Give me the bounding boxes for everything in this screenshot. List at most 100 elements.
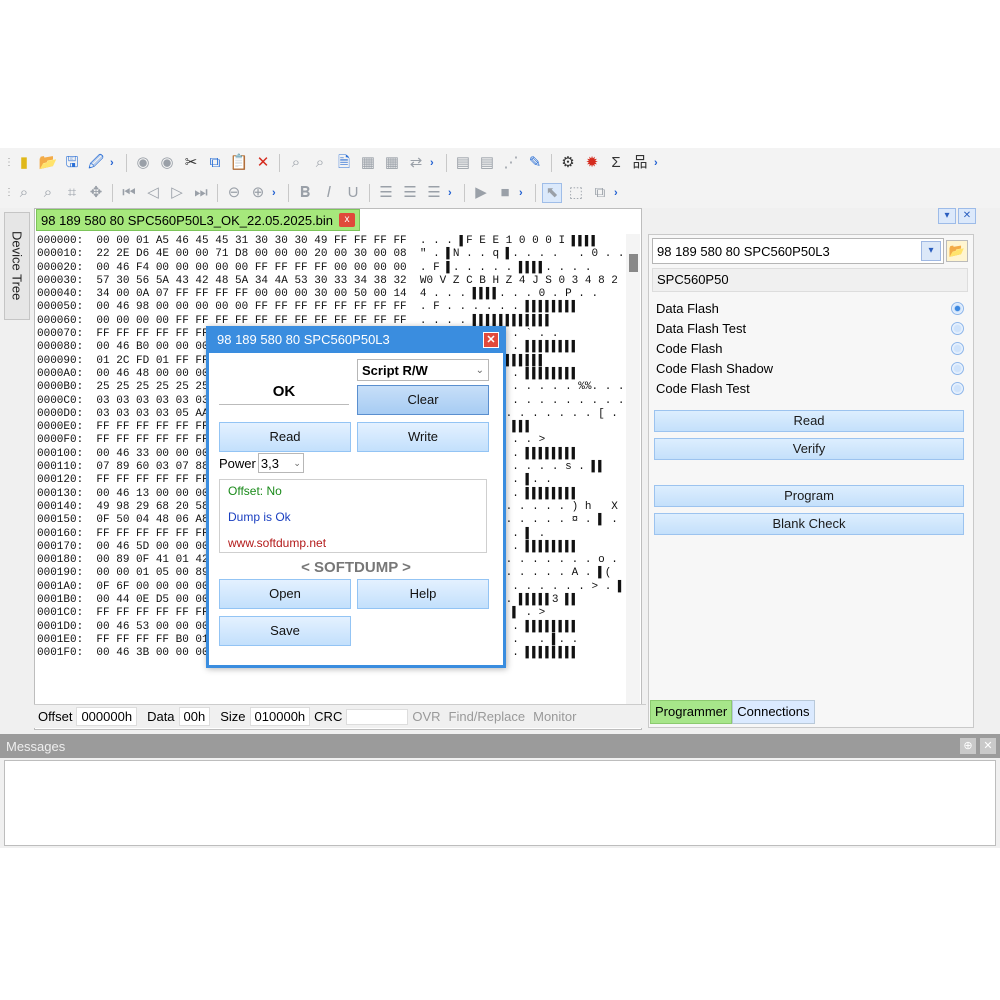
mode-data-flash-test[interactable]: Data Flash Test [652, 318, 968, 338]
hex-row[interactable]: 000010: 22 2E D6 4E 00 00 71 D8 00 00 00… [37, 248, 627, 261]
chevron-down-icon[interactable]: ▾ [938, 208, 956, 224]
write-button[interactable]: Write [357, 422, 489, 452]
find-icon[interactable]: ⌕ [286, 153, 306, 173]
editor-scrollbar[interactable] [626, 234, 640, 704]
fill2-icon[interactable]: ▦ [382, 153, 402, 173]
close-icon[interactable]: ✕ [980, 738, 996, 754]
save-as-icon[interactable]: 🖉 [86, 153, 106, 173]
hex-row[interactable]: 000050: 00 46 98 00 00 00 00 00 FF FF FF… [37, 301, 627, 314]
window-icon[interactable]: ⧉ [590, 183, 610, 203]
toolbar-more-icon[interactable]: › [654, 157, 664, 169]
next-icon[interactable]: ▷ [167, 183, 187, 203]
script-select[interactable]: Script R/W ⌄ [357, 359, 489, 381]
bug-icon[interactable]: ✹ [582, 153, 602, 173]
document-icon[interactable]: 🗎 [334, 153, 354, 173]
hex-row[interactable]: 000030: 57 30 56 5A 43 42 48 5A 34 4A 53… [37, 275, 627, 288]
radio[interactable] [951, 341, 964, 355]
zoom-out-icon[interactable]: ⌕ [38, 183, 58, 203]
dialog-title[interactable]: 98 189 580 80 SPC560P50L3 [209, 329, 503, 353]
file-tab[interactable]: 98 189 580 80 SPC560P50L3_OK_22.05.2025.… [36, 209, 361, 231]
first-icon[interactable]: ⏮ [119, 183, 139, 203]
radio-selected[interactable] [951, 301, 964, 315]
mode-data-flash[interactable]: Data Flash [652, 298, 968, 318]
toolbar-more-icon[interactable]: › [614, 187, 624, 199]
save-icon[interactable]: 🖫 [62, 153, 82, 173]
align-left-icon[interactable]: ☰ [376, 183, 396, 203]
chip-icon[interactable]: ▮ [14, 153, 34, 173]
underline-icon[interactable]: U [343, 183, 363, 203]
toolbar-more-icon[interactable]: › [272, 187, 282, 199]
offset-value[interactable]: 000000h [76, 707, 138, 726]
pointer-icon[interactable]: ⬉ [542, 183, 562, 203]
toolbar-more-icon[interactable]: › [519, 187, 529, 199]
pin-icon[interactable]: ⊕ [960, 738, 976, 754]
verify-button[interactable]: Verify [654, 438, 964, 460]
save-button[interactable]: Save [219, 616, 351, 646]
close-icon[interactable]: ✕ [958, 208, 976, 224]
mode-code-flash-shadow[interactable]: Code Flash Shadow [652, 358, 968, 378]
page-icon[interactable]: ▤ [453, 153, 473, 173]
fit-icon[interactable]: ⌗ [62, 183, 82, 203]
radio[interactable] [951, 361, 964, 375]
toolbar-grip[interactable]: ⋮ [4, 185, 14, 201]
hex-row[interactable]: 000020: 00 46 F4 00 00 00 00 00 FF FF FF… [37, 262, 627, 275]
tree-icon[interactable]: 品 [630, 153, 650, 173]
hex-row[interactable]: 000000: 00 00 01 A5 46 45 45 31 30 30 30… [37, 235, 627, 248]
back-icon[interactable]: ⊖ [224, 183, 244, 203]
chevron-down-icon[interactable]: ▾ [921, 241, 941, 261]
italic-icon[interactable]: 𝐼 [319, 183, 339, 203]
delete-icon[interactable]: ✕ [253, 153, 273, 173]
hex-row[interactable]: 000040: 34 00 0A 07 FF FF FF FF 00 00 00… [37, 288, 627, 301]
toolbar-grip[interactable]: ⋮ [4, 155, 14, 171]
crc-value[interactable] [346, 708, 409, 725]
last-icon[interactable]: ⏭ [191, 183, 211, 203]
play-icon[interactable]: ▶ [471, 183, 491, 203]
fill-icon[interactable]: ▦ [358, 153, 378, 173]
toolbar-more-icon[interactable]: › [430, 157, 440, 169]
stop-icon[interactable]: ■ [495, 183, 515, 203]
tab-connections[interactable]: Connections [732, 700, 815, 724]
select-icon[interactable]: ⬚ [566, 183, 586, 203]
bold-icon[interactable]: 𝐁 [295, 183, 315, 203]
refresh-icon[interactable]: ◉ [133, 153, 153, 173]
forward-icon[interactable]: ⊕ [248, 183, 268, 203]
clear-button[interactable]: Clear [357, 385, 489, 415]
dialog-read-button[interactable]: Read [219, 422, 351, 452]
close-tab-icon[interactable]: x [339, 213, 356, 227]
find-replace-icon[interactable]: ⌕ [310, 153, 330, 173]
paste-icon[interactable]: 📋 [229, 153, 249, 173]
toolbar-more-icon[interactable]: › [110, 157, 120, 169]
tab-programmer[interactable]: Programmer [650, 700, 733, 724]
size-value[interactable]: 010000h [249, 707, 311, 726]
refresh-all-icon[interactable]: ◉ [157, 153, 177, 173]
open-button[interactable]: Open [219, 579, 351, 609]
close-icon[interactable]: ✕ [483, 332, 499, 348]
monitor-status[interactable]: Monitor [529, 709, 580, 724]
move-icon[interactable]: ✥ [86, 183, 106, 203]
settings-icon[interactable]: ⚙ [558, 153, 578, 173]
power-select[interactable]: 3,3 ⌄ [257, 453, 304, 473]
editor-icon[interactable]: ✎ [525, 153, 545, 173]
device-select[interactable]: 98 189 580 80 SPC560P50L3 ▾ [652, 238, 944, 264]
align-right-icon[interactable]: ☰ [424, 183, 444, 203]
grid-icon[interactable]: ⋰ [501, 153, 521, 173]
zoom-in-icon[interactable]: ⌕ [14, 183, 34, 203]
align-center-icon[interactable]: ☰ [400, 183, 420, 203]
toolbar-more-icon[interactable]: › [448, 187, 458, 199]
blank-check-button[interactable]: Blank Check [654, 513, 964, 535]
read-button[interactable]: Read [654, 410, 964, 432]
radio[interactable] [951, 321, 964, 335]
messages-area[interactable] [4, 760, 996, 846]
open-folder-icon[interactable]: 📂 [38, 153, 58, 173]
mode-code-flash-test[interactable]: Code Flash Test [652, 378, 968, 398]
find-replace-status[interactable]: Find/Replace [445, 709, 530, 724]
radio[interactable] [951, 381, 964, 395]
mode-code-flash[interactable]: Code Flash [652, 338, 968, 358]
device-tree-tab[interactable]: Device Tree [4, 212, 30, 320]
prev-icon[interactable]: ◁ [143, 183, 163, 203]
help-button[interactable]: Help [357, 579, 489, 609]
cut-icon[interactable]: ✂ [181, 153, 201, 173]
scrollbar-thumb[interactable] [629, 254, 638, 272]
data-value[interactable]: 00h [178, 707, 211, 726]
sigma-icon[interactable]: Σ [606, 153, 626, 173]
